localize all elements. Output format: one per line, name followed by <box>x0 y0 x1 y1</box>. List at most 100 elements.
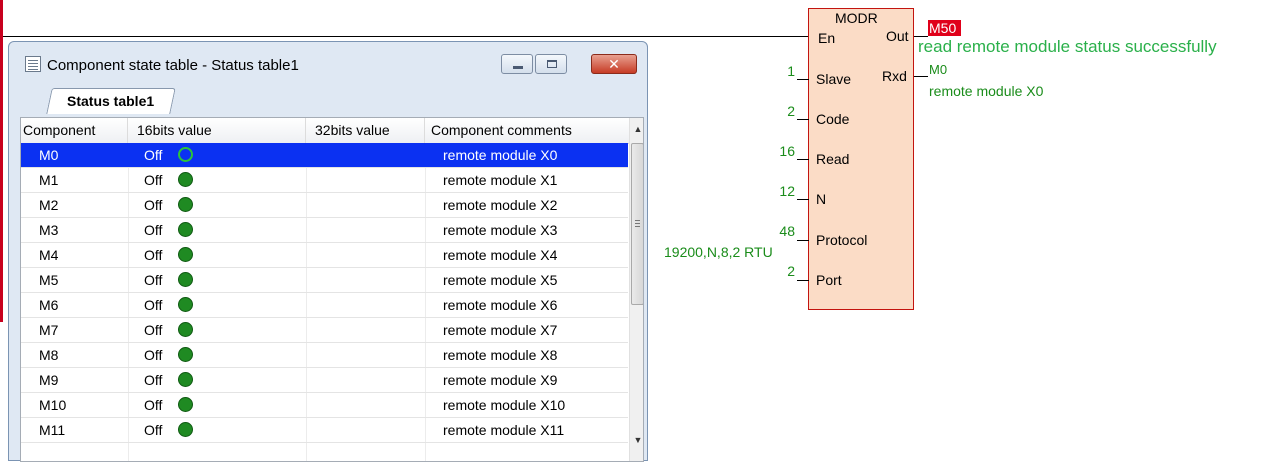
status-table-grid[interactable]: Component 16bits value 32bits value Comp… <box>20 117 644 462</box>
cell-16bits-value: Off <box>144 322 163 338</box>
table-header: Component 16bits value 32bits value Comp… <box>21 118 631 144</box>
table-row[interactable]: M9 Off remote module X9 <box>21 368 628 393</box>
scroll-grip <box>635 220 640 221</box>
cell-comment: remote module X8 <box>443 347 558 363</box>
column-header-32bits[interactable]: 32bits value <box>306 118 425 143</box>
rung-line <box>3 36 809 37</box>
cell-16bits-value: Off <box>144 297 163 313</box>
maximize-icon <box>547 60 557 68</box>
read-pin-wire <box>797 159 809 160</box>
cell-comment: remote module X0 <box>443 147 558 163</box>
cell-16bits-value: Off <box>144 347 163 363</box>
tab-label: Status table1 <box>67 93 155 109</box>
out-device-m50[interactable]: M50 <box>928 20 961 36</box>
minimize-button[interactable] <box>501 54 533 74</box>
window-title: Component state table - Status table1 <box>47 57 299 74</box>
table-row[interactable]: M0 Off remote module X0 <box>21 143 628 168</box>
cell-comment: remote module X7 <box>443 322 558 338</box>
cell-component: M9 <box>39 372 59 388</box>
protocol-pin-value[interactable]: 48 <box>755 223 795 239</box>
protocol-pin-wire <box>797 240 809 241</box>
protocol-comment: 19200,N,8,2 RTU <box>664 244 773 260</box>
table-row[interactable]: M7 Off remote module X7 <box>21 318 628 343</box>
cell-component: M3 <box>39 222 59 238</box>
column-header-comments[interactable]: Component comments <box>425 118 631 143</box>
status-led-icon <box>178 172 193 187</box>
column-header-component[interactable]: Component <box>21 118 128 143</box>
cell-component: M4 <box>39 247 59 263</box>
left-power-rail <box>0 0 3 322</box>
table-row[interactable]: M8 Off remote module X8 <box>21 343 628 368</box>
table-row[interactable]: M2 Off remote module X2 <box>21 193 628 218</box>
status-led-icon <box>178 347 193 362</box>
cell-16bits-value: Off <box>144 397 163 413</box>
slave-pin-label: Slave <box>816 71 852 87</box>
slave-pin-value[interactable]: 1 <box>755 63 795 79</box>
n-pin-label: N <box>816 191 827 207</box>
component-state-table-window[interactable]: Component state table - Status table1 ✕ … <box>8 41 648 462</box>
cell-comment: remote module X2 <box>443 197 558 213</box>
scroll-thumb[interactable] <box>631 143 643 305</box>
cell-16bits-value: Off <box>144 372 163 388</box>
rxd-pin-label: Rxd <box>882 68 907 84</box>
cell-16bits-value: Off <box>144 422 163 438</box>
cell-comment: remote module X6 <box>443 297 558 313</box>
status-led-icon <box>178 147 193 162</box>
table-icon <box>25 56 41 72</box>
slave-pin-wire <box>797 79 809 80</box>
cell-comment: remote module X3 <box>443 222 558 238</box>
status-led-icon <box>178 422 193 437</box>
table-row[interactable]: M5 Off remote module X5 <box>21 268 628 293</box>
cell-component: M5 <box>39 272 59 288</box>
rxd-device-comment: remote module X0 <box>929 83 1044 99</box>
read-pin-value[interactable]: 16 <box>755 143 795 159</box>
protocol-pin-label: Protocol <box>816 232 868 248</box>
scroll-up-icon[interactable]: ▲ <box>630 121 643 137</box>
rxd-pin-wire <box>914 76 928 77</box>
table-row[interactable]: M6 Off remote module X6 <box>21 293 628 318</box>
cell-16bits-value: Off <box>144 197 163 213</box>
code-pin-label: Code <box>816 111 850 127</box>
status-led-icon <box>178 397 193 412</box>
cell-component: M1 <box>39 172 59 188</box>
cell-component: M7 <box>39 322 59 338</box>
maximize-button[interactable] <box>535 54 567 74</box>
status-led-icon <box>178 322 193 337</box>
minimize-icon <box>513 66 523 69</box>
cell-component: M11 <box>39 422 66 438</box>
close-icon: ✕ <box>608 56 620 72</box>
status-led-icon <box>178 222 193 237</box>
cell-comment: remote module X10 <box>443 397 566 413</box>
cell-comment: remote module X11 <box>443 422 565 438</box>
rxd-device-m0[interactable]: M0 <box>929 62 947 77</box>
cell-component: M2 <box>39 197 59 213</box>
status-led-icon <box>178 372 193 387</box>
cell-component: M8 <box>39 347 59 363</box>
status-led-icon <box>178 247 193 262</box>
vertical-scrollbar[interactable]: ▲ ▼ <box>629 118 643 461</box>
port-pin-label: Port <box>816 272 842 288</box>
table-row[interactable]: M10 Off remote module X10 <box>21 393 628 418</box>
code-pin-value[interactable]: 2 <box>755 103 795 119</box>
block-name: MODR <box>835 10 878 26</box>
table-row[interactable]: M4 Off remote module X4 <box>21 243 628 268</box>
port-pin-value[interactable]: 2 <box>755 263 795 279</box>
n-pin-value[interactable]: 12 <box>755 183 795 199</box>
table-row[interactable]: M11 Off remote module X11 <box>21 418 628 443</box>
tab-status-table1[interactable]: Status table1 <box>46 88 176 114</box>
status-led-icon <box>178 197 193 212</box>
cell-16bits-value: Off <box>144 222 163 238</box>
cell-comment: remote module X4 <box>443 247 558 263</box>
en-pin-label: En <box>818 30 836 46</box>
cell-16bits-value: Off <box>144 247 163 263</box>
column-header-16bits[interactable]: 16bits value <box>128 118 306 143</box>
table-row[interactable]: M3 Off remote module X3 <box>21 218 628 243</box>
cell-16bits-value: Off <box>144 147 163 163</box>
cell-component: M0 <box>39 147 59 163</box>
close-button[interactable]: ✕ <box>591 54 637 74</box>
cell-comment: remote module X1 <box>443 172 558 188</box>
cell-component: M6 <box>39 297 59 313</box>
cell-comment: remote module X9 <box>443 372 558 388</box>
table-row[interactable]: M1 Off remote module X1 <box>21 168 628 193</box>
scroll-down-icon[interactable]: ▼ <box>630 432 643 448</box>
